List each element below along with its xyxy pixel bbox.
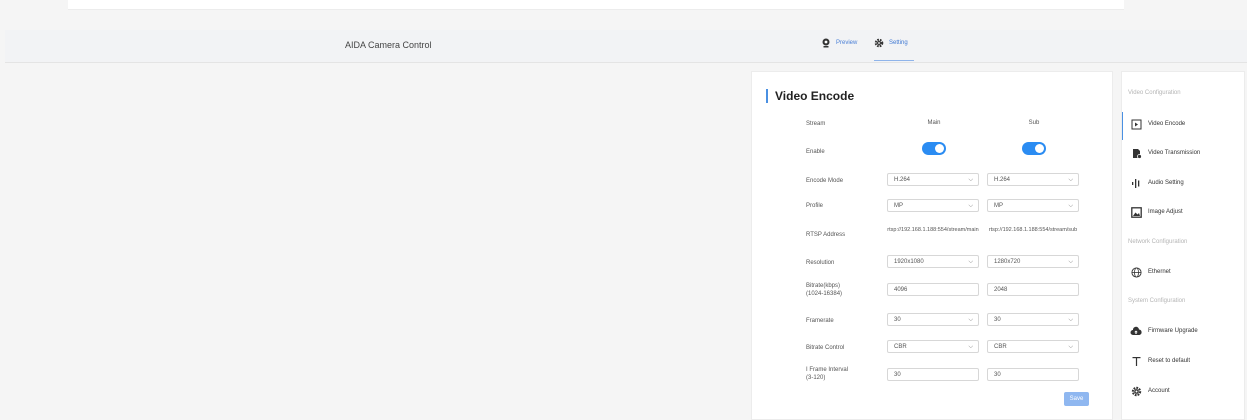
active-tab-underline — [874, 60, 914, 61]
active-item-indicator — [1122, 112, 1123, 140]
top-strip — [68, 0, 1124, 10]
app-title: AIDA Camera Control — [345, 40, 432, 50]
encode-mode-label: Encode Mode — [806, 178, 844, 184]
sub-framerate-value: 30 — [994, 317, 1001, 323]
sub-encode-mode-select[interactable]: H.264 ⌵ — [987, 173, 1079, 186]
main-profile-value: MP — [894, 203, 903, 209]
chevron-down-icon: ⌵ — [968, 259, 973, 265]
sidebar-item-video-transmission[interactable]: Video Transmission — [1130, 147, 1200, 159]
save-button[interactable]: Save — [1064, 392, 1089, 406]
page-title: Video Encode — [766, 89, 854, 103]
nav-preview-label: Preview — [836, 40, 858, 46]
sub-encode-mode-value: H.264 — [994, 177, 1011, 183]
main-bitrate-control-value: CBR — [894, 344, 907, 350]
sub-bitrate-control-select[interactable]: CBR ⌵ — [987, 340, 1079, 353]
chevron-down-icon: ⌵ — [1068, 344, 1073, 350]
chevron-down-icon: ⌵ — [968, 344, 973, 350]
video-transmission-icon — [1130, 147, 1142, 159]
sidebar-item-ethernet[interactable]: Ethernet — [1130, 266, 1171, 278]
chevron-down-icon: ⌵ — [1068, 317, 1073, 323]
chevron-down-icon: ⌵ — [1068, 203, 1073, 209]
main-iframe-interval-input[interactable]: 30 — [887, 368, 979, 381]
sub-resolution-select[interactable]: 1280x720 ⌵ — [987, 255, 1079, 268]
main-resolution-select[interactable]: 1920x1080 ⌵ — [887, 255, 979, 268]
resolution-label: Resolution — [806, 260, 835, 266]
sub-rtsp-address: rtsp://192.168.1.188:554/stream/sub — [988, 227, 1078, 233]
framerate-label: Framerate — [806, 318, 834, 324]
globe-icon — [1130, 266, 1142, 278]
reset-t-icon — [1130, 355, 1142, 367]
nav-setting[interactable]: Setting — [874, 38, 908, 48]
sub-profile-value: MP — [994, 203, 1003, 209]
sidebar-item-label: Image Adjust — [1148, 209, 1183, 215]
sidebar-item-audio-setting[interactable]: Audio Setting — [1130, 177, 1184, 189]
stream-label: Stream — [806, 121, 826, 127]
bitrate-control-label: Bitrate Control — [806, 345, 845, 351]
main-bitrate-control-select[interactable]: CBR ⌵ — [887, 340, 979, 353]
section-system-configuration: System Configuration — [1128, 298, 1186, 304]
section-network-configuration: Network Configuration — [1128, 239, 1188, 245]
sidebar-item-label: Firmware Upgrade — [1148, 328, 1198, 334]
sidebar-item-label: Video Encode — [1148, 121, 1186, 127]
settings-sidebar: Video Configuration Video Encode Video T… — [1121, 71, 1245, 420]
cloud-upload-icon — [1130, 325, 1142, 337]
sidebar-item-label: Ethernet — [1148, 269, 1171, 275]
sidebar-item-label: Audio Setting — [1148, 180, 1184, 186]
chevron-down-icon: ⌵ — [1068, 259, 1073, 265]
sidebar-item-account[interactable]: Account — [1130, 385, 1170, 397]
video-encode-panel: Video Encode Stream Main Sub Enable Enco… — [751, 71, 1113, 420]
sub-bitrate-input[interactable]: 2048 — [987, 283, 1079, 296]
nav-preview[interactable]: Preview — [821, 38, 857, 48]
sidebar-item-video-encode[interactable]: Video Encode — [1130, 118, 1185, 130]
sidebar-item-reset-default[interactable]: Reset to default — [1130, 355, 1190, 367]
sidebar-item-label: Video Transmission — [1148, 150, 1201, 156]
main-profile-select[interactable]: MP ⌵ — [887, 199, 979, 212]
sidebar-item-firmware-upgrade[interactable]: Firmware Upgrade — [1130, 325, 1198, 337]
gear-icon — [1130, 385, 1142, 397]
iframe-interval-label: I Frame Interval (3-120) — [806, 366, 848, 382]
enable-label: Enable — [806, 149, 825, 155]
image-icon — [1130, 206, 1142, 218]
sidebar-item-image-adjust[interactable]: Image Adjust — [1130, 206, 1183, 218]
app-header: AIDA Camera Control Preview Setting — [5, 30, 1247, 63]
sub-profile-select[interactable]: MP ⌵ — [987, 199, 1079, 212]
audio-bars-icon — [1130, 177, 1142, 189]
profile-label: Profile — [806, 203, 824, 209]
sub-framerate-select[interactable]: 30 ⌵ — [987, 313, 1079, 326]
main-framerate-select[interactable]: 30 ⌵ — [887, 313, 979, 326]
chevron-down-icon: ⌵ — [968, 177, 973, 183]
main-encode-mode-value: H.264 — [894, 177, 911, 183]
main-bitrate-input[interactable]: 4096 — [887, 283, 979, 296]
iframe-label-line1: I Frame Interval — [806, 367, 849, 373]
rtsp-address-label: RTSP Address — [806, 232, 846, 238]
sidebar-item-label: Account — [1148, 388, 1170, 394]
main-encode-mode-select[interactable]: H.264 ⌵ — [887, 173, 979, 186]
main-rtsp-address: rtsp://192.168.1.188:554/stream/main — [887, 227, 979, 233]
main-framerate-value: 30 — [894, 317, 901, 323]
main-resolution-value: 1920x1080 — [894, 259, 924, 265]
iframe-label-line2: (3-120) — [806, 375, 826, 381]
sub-enable-toggle[interactable] — [1022, 142, 1046, 155]
sub-iframe-interval-input[interactable]: 30 — [987, 368, 1079, 381]
sub-bitrate-control-value: CBR — [994, 344, 1007, 350]
gear-icon — [874, 38, 884, 48]
section-video-configuration: Video Configuration — [1128, 90, 1181, 96]
video-encode-icon — [1130, 118, 1142, 130]
webcam-icon — [822, 38, 830, 48]
main-enable-toggle[interactable] — [922, 142, 946, 155]
bitrate-label-line2: (1024-16384) — [806, 291, 843, 297]
chevron-down-icon: ⌵ — [1068, 177, 1073, 183]
sub-column-header: Sub — [1028, 120, 1040, 126]
sidebar-item-label: Reset to default — [1148, 358, 1191, 364]
bitrate-label-line1: Bitrate(kbps) — [806, 283, 841, 289]
main-column-header: Main — [927, 120, 941, 126]
chevron-down-icon: ⌵ — [968, 317, 973, 323]
chevron-down-icon: ⌵ — [968, 203, 973, 209]
nav-setting-label: Setting — [889, 40, 908, 46]
bitrate-label: Bitrate(kbps) (1024-16384) — [806, 282, 842, 298]
sub-resolution-value: 1280x720 — [994, 259, 1021, 265]
